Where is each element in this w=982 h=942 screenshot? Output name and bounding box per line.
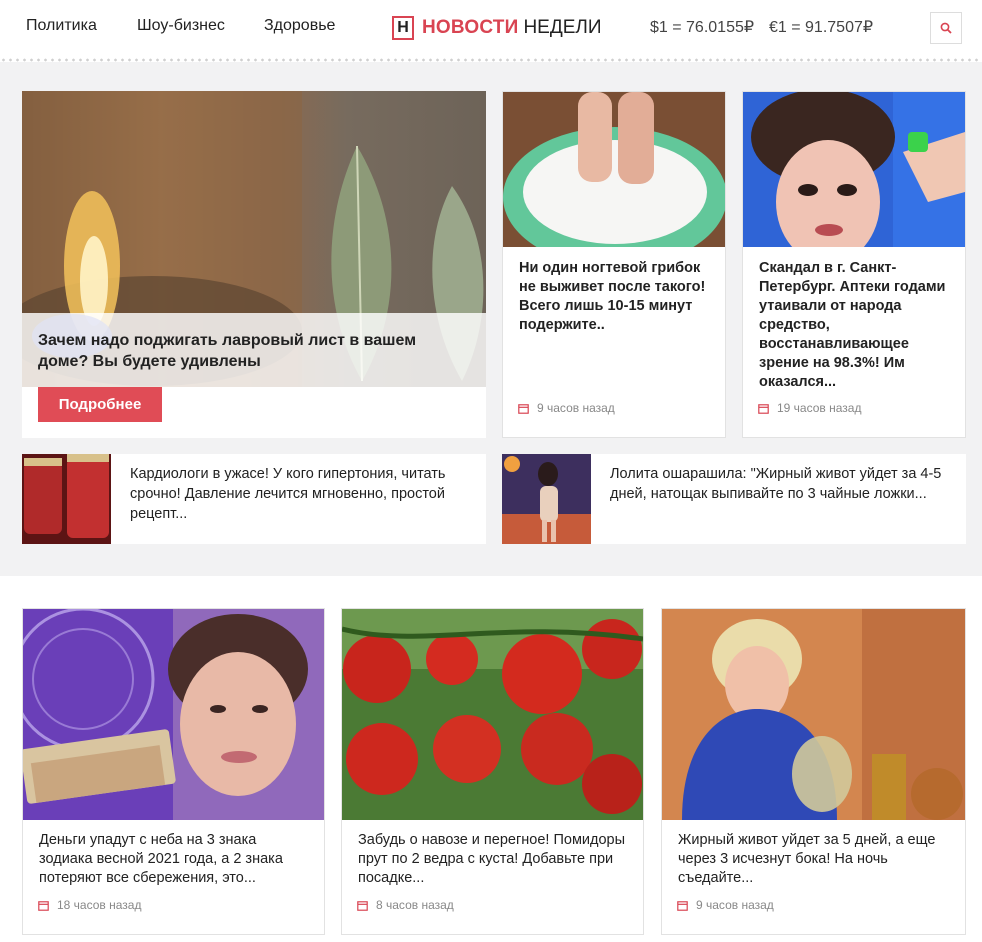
read-more-button[interactable]: Подробнее bbox=[38, 387, 162, 422]
news-card-time: 8 часов назад bbox=[376, 898, 454, 912]
search-icon bbox=[940, 22, 952, 34]
calendar-icon bbox=[677, 900, 688, 911]
news-card-image[interactable] bbox=[743, 92, 965, 247]
eur-rate: €1 = 91.7507₽ bbox=[769, 19, 874, 36]
news-card-meta: 8 часов назад bbox=[357, 898, 454, 912]
usd-rate: $1 = 76.0155₽ bbox=[650, 19, 755, 36]
site-logo[interactable]: Н НОВОСТИ НЕДЕЛИ bbox=[392, 15, 602, 41]
calendar-icon bbox=[518, 403, 529, 414]
news-card-title[interactable]: Ни один ногтевой грибок не выживет после… bbox=[519, 259, 715, 335]
news-card-title[interactable]: Деньги упадут с неба на 3 знака зодиака … bbox=[39, 831, 309, 888]
news-card-meta: 9 часов назад bbox=[677, 898, 774, 912]
calendar-icon bbox=[38, 900, 49, 911]
featured-title[interactable]: Зачем надо поджигать лавровый лист в ваш… bbox=[38, 330, 458, 372]
news-card-time: 9 часов назад bbox=[537, 401, 615, 415]
news-card-image[interactable] bbox=[503, 92, 725, 247]
news-card-title[interactable]: Забудь о навозе и перегное! Помидоры пру… bbox=[358, 831, 628, 888]
news-card-image[interactable] bbox=[342, 609, 643, 820]
news-strip[interactable]: Кардиологи в ужасе! У кого гипертония, ч… bbox=[22, 454, 486, 544]
news-strip-title[interactable]: Лолита ошарашила: "Жирный живот уйдет за… bbox=[610, 464, 960, 504]
news-card-meta: 19 часов назад bbox=[758, 401, 861, 415]
calendar-icon bbox=[357, 900, 368, 911]
news-card-image[interactable] bbox=[662, 609, 965, 820]
news-card-image[interactable] bbox=[23, 609, 324, 820]
news-card-time: 9 часов назад bbox=[696, 898, 774, 912]
calendar-icon bbox=[758, 403, 769, 414]
news-card-time: 19 часов назад bbox=[777, 401, 862, 415]
logo-mark: Н bbox=[392, 16, 414, 40]
news-card-title[interactable]: Скандал в г. Санкт-Петербург. Аптеки год… bbox=[759, 259, 955, 392]
news-strip[interactable]: Лолита ошарашила: "Жирный живот уйдет за… bbox=[502, 454, 966, 544]
news-strip-title[interactable]: Кардиологи в ужасе! У кого гипертония, ч… bbox=[130, 464, 480, 524]
news-card-meta: 18 часов назад bbox=[38, 898, 141, 912]
search-button[interactable] bbox=[930, 12, 962, 44]
news-card-meta: 9 часов назад bbox=[518, 401, 615, 415]
logo-text-red: НОВОСТИ bbox=[422, 17, 519, 38]
news-card-title[interactable]: Жирный живот уйдет за 5 дней, а еще чере… bbox=[678, 831, 953, 888]
site-header: Политика Шоу-бизнес Здоровье Н НОВОСТИ Н… bbox=[0, 0, 982, 58]
nav-item-showbiz[interactable]: Шоу-бизнес bbox=[137, 17, 225, 35]
nav-item-politics[interactable]: Политика bbox=[26, 17, 97, 35]
news-strip-image[interactable] bbox=[502, 454, 591, 544]
nav-item-health[interactable]: Здоровье bbox=[264, 17, 335, 35]
news-strip-image[interactable] bbox=[22, 454, 111, 544]
news-card-time: 18 часов назад bbox=[57, 898, 142, 912]
logo-text-dark: НЕДЕЛИ bbox=[523, 17, 602, 38]
